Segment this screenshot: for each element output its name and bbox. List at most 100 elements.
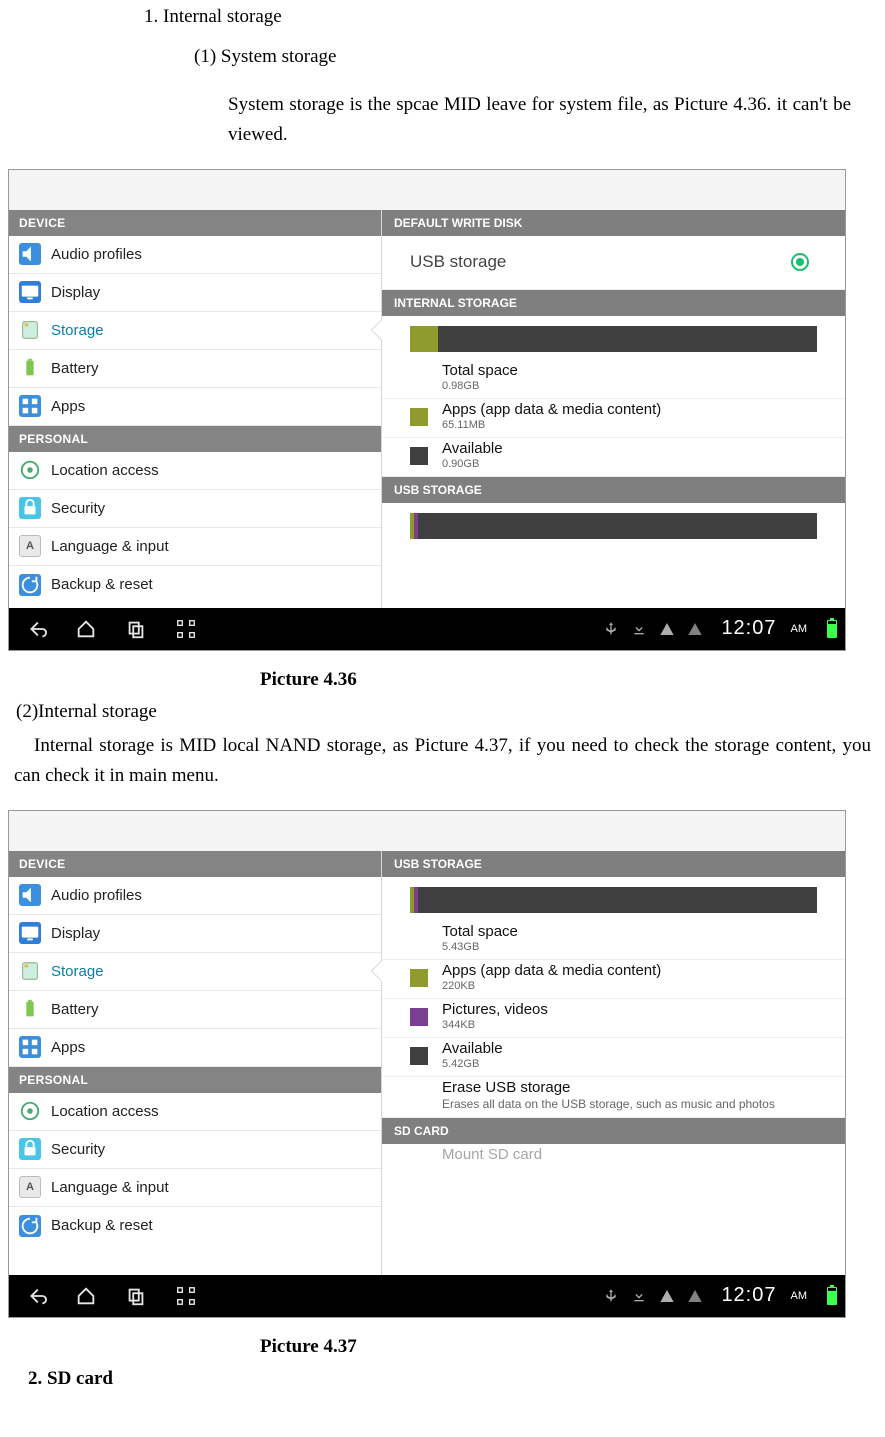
- sidebar-item-label: Audio profiles: [51, 246, 371, 263]
- selection-indicator-icon: [372, 961, 382, 981]
- row-available[interactable]: Available 5.42GB: [382, 1038, 845, 1077]
- battery-status-icon: [827, 620, 837, 638]
- swatch-apps-icon: [410, 969, 428, 987]
- heading-default-write: DEFAULT WRITE DISK: [382, 210, 845, 236]
- sidebar-item-label: Storage: [51, 322, 371, 339]
- screenshot-button[interactable]: [175, 618, 197, 640]
- sub-item-1: (1) System storage: [194, 46, 871, 68]
- sidebar-item-storage[interactable]: Storage: [9, 953, 381, 991]
- caption-4-37: Picture 4.37: [260, 1336, 885, 1358]
- sidebar-item-security[interactable]: Security: [9, 1131, 381, 1169]
- apps-value: 65.11MB: [442, 419, 661, 431]
- swatch-pictures-icon: [410, 1008, 428, 1026]
- sidebar-item-language[interactable]: A Language & input: [9, 528, 381, 566]
- sidebar-item-audio[interactable]: Audio profiles: [9, 236, 381, 274]
- sidebar-item-language[interactable]: A Language & input: [9, 1169, 381, 1207]
- sidebar-item-label: Location access: [51, 462, 371, 479]
- back-button[interactable]: [25, 1285, 47, 1307]
- sidebar-item-battery[interactable]: Battery: [9, 350, 381, 388]
- sidebar-item-backup[interactable]: Backup & reset: [9, 1207, 381, 1245]
- radio-selected-icon: [791, 253, 809, 271]
- heading-usb-storage: USB STORAGE: [382, 477, 845, 503]
- sidebar-item-audio[interactable]: Audio profiles: [9, 877, 381, 915]
- sidebar-item-apps[interactable]: Apps: [9, 1029, 381, 1067]
- row-erase-usb[interactable]: Erase USB storage Erases all data on the…: [382, 1077, 845, 1118]
- available-value: 0.90GB: [442, 458, 503, 470]
- apps-label: Apps (app data & media content): [442, 401, 661, 418]
- sidebar-item-battery[interactable]: Battery: [9, 991, 381, 1029]
- total-label: Total space: [442, 923, 518, 940]
- sidebar-item-label: Display: [51, 284, 371, 301]
- apps-label: Apps (app data & media content): [442, 962, 661, 979]
- paragraph-1: System storage is the spcae MID leave fo…: [228, 90, 851, 151]
- erase-desc: Erases all data on the USB storage, such…: [442, 1097, 775, 1111]
- sidebar-item-backup[interactable]: Backup & reset: [9, 566, 381, 604]
- sidebar-item-storage[interactable]: Storage: [9, 312, 381, 350]
- swatch-available-icon: [410, 447, 428, 465]
- sidebar-heading-personal: PERSONAL: [9, 426, 381, 452]
- sidebar-item-display[interactable]: Display: [9, 274, 381, 312]
- subheading-2: (2)Internal storage: [16, 701, 885, 723]
- storage-icon: [19, 960, 41, 982]
- row-total-space[interactable]: Total space 0.98GB: [382, 360, 845, 399]
- sidebar-item-location[interactable]: Location access: [9, 1093, 381, 1131]
- home-button[interactable]: [75, 618, 97, 640]
- sidebar-item-label: Backup & reset: [51, 1217, 371, 1234]
- download-icon: [631, 621, 647, 637]
- bar-seg-media: [414, 887, 418, 913]
- total-label: Total space: [442, 362, 518, 379]
- internal-usage-bar: [382, 316, 845, 360]
- pictures-label: Pictures, videos: [442, 1001, 548, 1018]
- row-apps[interactable]: Apps (app data & media content) 65.11MB: [382, 399, 845, 438]
- warning-icon: [687, 1288, 703, 1304]
- blank-header: [9, 170, 845, 210]
- row-apps[interactable]: Apps (app data & media content) 220KB: [382, 960, 845, 999]
- screenshot-button[interactable]: [175, 1285, 197, 1307]
- usb-usage-bar: [382, 877, 845, 921]
- back-button[interactable]: [25, 618, 47, 640]
- language-icon: A: [19, 535, 41, 557]
- sidebar-item-label: Apps: [51, 398, 371, 415]
- warning-icon: [659, 621, 675, 637]
- backup-icon: [19, 1215, 41, 1237]
- speaker-icon: [19, 243, 41, 265]
- sidebar-item-label: Audio profiles: [51, 887, 371, 904]
- recent-button[interactable]: [125, 1285, 147, 1307]
- row-pictures[interactable]: Pictures, videos 344KB: [382, 999, 845, 1038]
- battery-icon: [19, 998, 41, 1020]
- heading-internal-storage: INTERNAL STORAGE: [382, 290, 845, 316]
- clock-time: 12:07: [721, 1284, 776, 1307]
- list-item-2: 2. SD card: [28, 1368, 885, 1390]
- sidebar-item-security[interactable]: Security: [9, 490, 381, 528]
- pictures-value: 344KB: [442, 1019, 548, 1031]
- location-icon: [19, 1100, 41, 1122]
- apps-icon: [19, 1036, 41, 1058]
- screenshot-4-36: DEVICE Audio profiles Display Storage: [8, 169, 846, 651]
- settings-sidebar: DEVICE Audio profiles Display Storage Ba…: [9, 851, 382, 1275]
- row-available[interactable]: Available 0.90GB: [382, 438, 845, 477]
- row-mount-sd: Mount SD card: [382, 1144, 845, 1169]
- sidebar-item-label: Language & input: [51, 538, 371, 555]
- row-total-space[interactable]: Total space 5.43GB: [382, 921, 845, 960]
- sidebar-item-label: Location access: [51, 1103, 371, 1120]
- swatch-apps-icon: [410, 408, 428, 426]
- screenshot-4-37: DEVICE Audio profiles Display Storage Ba…: [8, 810, 846, 1318]
- display-icon: [19, 922, 41, 944]
- swatch-available-icon: [410, 1047, 428, 1065]
- sidebar-item-label: Security: [51, 1141, 371, 1158]
- recent-button[interactable]: [125, 618, 147, 640]
- sidebar-item-display[interactable]: Display: [9, 915, 381, 953]
- sidebar-item-location[interactable]: Location access: [9, 452, 381, 490]
- warning-icon: [659, 1288, 675, 1304]
- sidebar-item-apps[interactable]: Apps: [9, 388, 381, 426]
- storage-detail-panel: DEFAULT WRITE DISK USB storage INTERNAL …: [382, 210, 845, 608]
- clock-ampm: AM: [791, 623, 808, 635]
- home-button[interactable]: [75, 1285, 97, 1307]
- paragraph-2: Internal storage is MID local NAND stora…: [14, 731, 871, 792]
- sidebar-heading-device: DEVICE: [9, 851, 381, 877]
- usb-icon: [603, 1288, 619, 1304]
- radio-usb-storage[interactable]: USB storage: [382, 236, 845, 290]
- heading-sd-card: SD CARD: [382, 1118, 845, 1144]
- lock-icon: [19, 1138, 41, 1160]
- total-value: 5.43GB: [442, 941, 518, 953]
